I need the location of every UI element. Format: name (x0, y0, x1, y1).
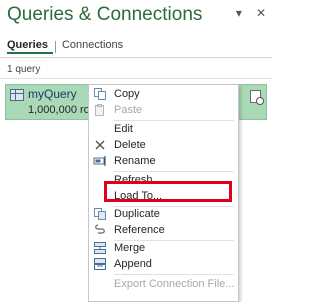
tab-queries[interactable]: Queries (7, 39, 53, 54)
menu-item-copy[interactable]: Copy (89, 86, 238, 102)
menu-label: Copy (114, 88, 140, 100)
menu-item-rename[interactable]: Rename (89, 153, 238, 169)
menu-label: Duplicate (114, 208, 160, 220)
merge-icon (93, 241, 107, 255)
menu-label: Edit (114, 123, 133, 135)
menu-item-delete[interactable]: Delete (89, 137, 238, 153)
menu-item-merge[interactable]: Merge (89, 240, 238, 256)
count-divider (0, 78, 272, 79)
menu-separator (114, 274, 234, 275)
pane-title: Queries & Connections (7, 4, 203, 25)
close-icon[interactable]: ✕ (256, 6, 266, 20)
copy-icon (93, 87, 107, 101)
pane-tabs: Queries Connections (7, 39, 128, 54)
tab-connections[interactable]: Connections (62, 39, 128, 54)
menu-label: Paste (114, 104, 143, 116)
queries-connections-pane: Queries & Connections ▾ ✕ Queries Connec… (0, 0, 272, 302)
query-count: 1 query (7, 64, 41, 75)
paste-icon (93, 103, 107, 117)
load-to-highlight-box (104, 181, 232, 202)
delete-icon (93, 138, 107, 152)
menu-label: Reference (114, 224, 165, 236)
menu-item-reference[interactable]: Reference (89, 222, 238, 238)
menu-item-paste[interactable]: Paste (89, 102, 238, 118)
tabs-divider (0, 57, 272, 58)
menu-item-append[interactable]: Append (89, 256, 238, 272)
reference-icon (93, 223, 107, 237)
refresh-status-icon[interactable] (250, 90, 264, 105)
menu-label: Merge (114, 242, 146, 254)
menu-label: Append (114, 258, 152, 270)
menu-label: Delete (114, 139, 146, 151)
tab-separator (54, 40, 56, 53)
append-icon (93, 257, 107, 271)
duplicate-icon (93, 207, 107, 221)
menu-label: Rename (114, 155, 156, 167)
rename-icon (93, 154, 107, 168)
query-name: myQuery (28, 87, 77, 101)
menu-item-edit[interactable]: Edit (89, 121, 238, 137)
pane-options-dropdown-icon[interactable]: ▾ (236, 6, 242, 20)
pane-title-icons: ▾ ✕ (236, 6, 266, 20)
table-icon (10, 89, 24, 101)
menu-item-duplicate[interactable]: Duplicate (89, 206, 238, 222)
menu-label: Export Connection File... (114, 278, 235, 290)
menu-item-export-connection-file[interactable]: Export Connection File... (89, 276, 238, 292)
